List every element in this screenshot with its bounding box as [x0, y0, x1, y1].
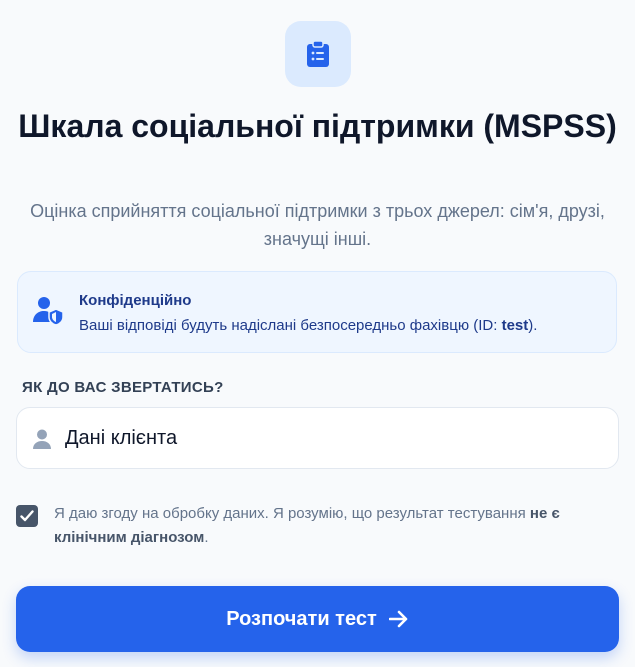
page-title: Шкала соціальної підтримки (MSPSS): [18, 108, 617, 144]
notice-text-start: Ваші відповіді будуть надіслані безпосер…: [79, 317, 502, 334]
hero-icon-container: [285, 21, 351, 87]
start-test-button[interactable]: Розпочати тест: [16, 586, 619, 652]
name-field-label: ЯК ДО ВАС ЗВЕРТАТИСЬ?: [22, 379, 224, 396]
consent-text-main: Я даю згоду на обробку даних. Я розумію,…: [54, 505, 530, 522]
name-field[interactable]: [16, 407, 619, 469]
checkmark-icon: [20, 510, 34, 522]
privacy-notice: Конфіденційно Ваші відповіді будуть наді…: [17, 271, 617, 353]
client-id: test: [501, 317, 529, 334]
notice-title: Конфіденційно: [79, 292, 192, 309]
consent-checkbox[interactable]: [16, 505, 38, 527]
arrow-right-icon: [388, 610, 408, 628]
page-subtitle: Оцінка сприйняття соціальної підтримки з…: [30, 201, 605, 249]
consent-text-end: .: [204, 529, 209, 546]
notice-text-end: ).: [528, 317, 538, 334]
start-button-label: Розпочати тест: [226, 607, 377, 630]
name-input[interactable]: [65, 408, 605, 468]
user-shield-icon: [33, 297, 64, 326]
user-icon: [33, 429, 51, 449]
assessment-start-page: Шкала соціальної підтримки (MSPSS) Оцінк…: [0, 0, 635, 667]
consent-text[interactable]: Я даю згоду на обробку даних. Я розумію,…: [54, 502, 619, 550]
clipboard-list-icon: [307, 40, 329, 67]
notice-text: Ваші відповіді будуть надіслані безпосер…: [79, 317, 537, 334]
